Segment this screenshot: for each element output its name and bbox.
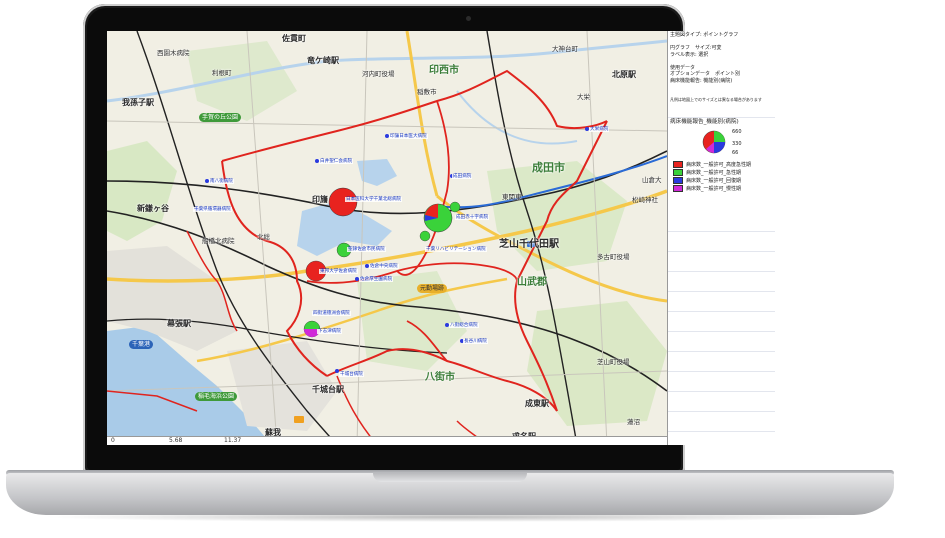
hospital-label[interactable]: 佐倉中央病院 <box>369 264 399 269</box>
place-label: 河内町役場 <box>362 70 395 78</box>
scale-bar: 0 5.68 11.37 <box>107 436 667 445</box>
legend-pie-icon <box>702 130 726 154</box>
hospital-label[interactable]: 下志津病院 <box>317 329 342 334</box>
pie-chart-marker-small-1[interactable] <box>449 201 461 213</box>
map-view[interactable]: 佐貫町 竜ケ崎駅 大神台町 北原駅 西園木病院 我孫子駅 手賀の丘公園 印西市 … <box>107 31 667 445</box>
place-label: 蓮沼 <box>627 418 640 426</box>
scale-tick: 0 <box>111 437 115 444</box>
scale-tick: 5.68 <box>169 437 183 444</box>
camera-icon <box>466 16 471 21</box>
place-label: 芝山千代田駅 <box>499 239 559 250</box>
legend-swatch <box>673 169 683 176</box>
map-settings: 主題図タイプ: ポイントグラフ 円グラフ サイズ:可変 ラベル表示: 選択 使用… <box>670 32 772 104</box>
settings-line: 凡例は地図上でのサイズとは異なる場合があります <box>670 97 762 102</box>
legend-size-mid: 330 <box>732 141 742 147</box>
hospital-label[interactable]: 南八街病院 <box>209 179 234 184</box>
place-label: 船橋北病院 <box>202 237 235 245</box>
place-label: 北総 <box>257 233 270 241</box>
place-label: 成田市 <box>532 161 565 174</box>
hospital-label[interactable]: 大栄病院 <box>589 127 610 132</box>
place-label: 利根町 <box>212 69 232 77</box>
hospital-label[interactable]: 佐倉厚生園病院 <box>359 277 394 282</box>
place-label: 成東駅 <box>525 399 549 408</box>
port-badge: 千葉港 <box>129 340 154 349</box>
pie-chart-marker-small-2[interactable] <box>419 230 431 242</box>
legend-item: 病床数_一般許可_高度急性期 <box>673 161 751 168</box>
place-label: 山武郡 <box>517 277 547 288</box>
place-label: 西園木病院 <box>157 49 190 57</box>
place-label: 東関東 <box>502 193 522 201</box>
place-label: 我孫子駅 <box>122 98 154 107</box>
place-label: 山倉大 <box>642 176 662 184</box>
hospital-label[interactable]: 白井聖仁会病院 <box>319 159 354 164</box>
place-label: 新鎌ヶ谷 <box>137 204 169 213</box>
hospital-label[interactable]: 成田赤十字病院 <box>455 215 490 220</box>
hospital-label[interactable]: 聖隷佐倉市民病院 <box>347 247 386 252</box>
legend-item: 病床数_一般許可_急性期 <box>673 169 741 176</box>
place-label: 稲敷市 <box>417 88 437 96</box>
legend-panel: 主題図タイプ: ポイントグラフ 円グラフ サイズ:可変 ラベル表示: 選択 使用… <box>667 31 775 445</box>
hospital-label[interactable]: 東邦大学佐倉病院 <box>319 269 358 274</box>
place-label: 印旛 <box>312 195 328 204</box>
legend-item: 病床数_一般許可_慢性期 <box>673 185 741 192</box>
place-label: 松崎神社 <box>632 196 658 204</box>
pie-chart-marker-narita[interactable] <box>423 203 453 233</box>
place-label: 北原駅 <box>612 70 636 79</box>
legend-size-max: 660 <box>732 129 742 135</box>
place-label: 印西市 <box>429 65 459 76</box>
place-label: 千城台駅 <box>312 385 344 394</box>
hospital-label[interactable]: 四街道徳洲会病院 <box>312 311 351 316</box>
place-label: 多古町役場 <box>597 253 630 261</box>
place-label: 佐貫町 <box>282 34 306 43</box>
hospital-label[interactable]: 千葉リハビリテーション病院 <box>425 247 487 252</box>
site-badge: 元勤場跡 <box>417 284 448 293</box>
hospital-label[interactable]: 千城台病院 <box>339 372 364 377</box>
legend-swatch <box>673 177 683 184</box>
place-label: 竜ケ崎駅 <box>307 56 339 65</box>
pie-chart-marker-large[interactable] <box>328 187 358 217</box>
legend-size-min: 66 <box>732 150 739 156</box>
place-label: 芝山町役場 <box>597 358 630 366</box>
hospital-label[interactable]: 長谷川病院 <box>463 339 488 344</box>
legend-title: 病床機能報告_機能別(病院) <box>670 119 739 125</box>
place-label: 幕張駅 <box>167 319 191 328</box>
hospital-label[interactable]: 印旛日本医大病院 <box>389 134 428 139</box>
legend-item: 病床数_一般許可_回復期 <box>673 177 741 184</box>
hospital-label[interactable]: 成田病院 <box>452 174 473 179</box>
park-badge: 稲毛海浜公園 <box>195 392 238 401</box>
place-label: 大栄 <box>577 93 590 101</box>
park-badge: 手賀の丘公園 <box>199 113 242 122</box>
legend-swatch <box>673 161 683 168</box>
laptop-notch <box>373 473 527 482</box>
place-label: 大神台町 <box>552 45 578 53</box>
legend-swatch <box>673 185 683 192</box>
hospital-label[interactable]: 日本医科大学千葉北総病院 <box>345 197 403 202</box>
place-label: 八街市 <box>425 372 455 383</box>
legend-item-label: 病床数_一般許可_高度急性期 <box>686 162 752 168</box>
hospital-label[interactable]: 千葉県循環器病院 <box>193 207 232 212</box>
legend-item-label: 病床数_一般許可_慢性期 <box>686 186 742 192</box>
hospital-label[interactable]: 八街総合病院 <box>449 323 479 328</box>
legend-item-label: 病床数_一般許可_回復期 <box>686 178 742 184</box>
scale-tick: 11.37 <box>224 437 242 444</box>
legend-item-label: 病床数_一般許可_急性期 <box>686 170 742 176</box>
